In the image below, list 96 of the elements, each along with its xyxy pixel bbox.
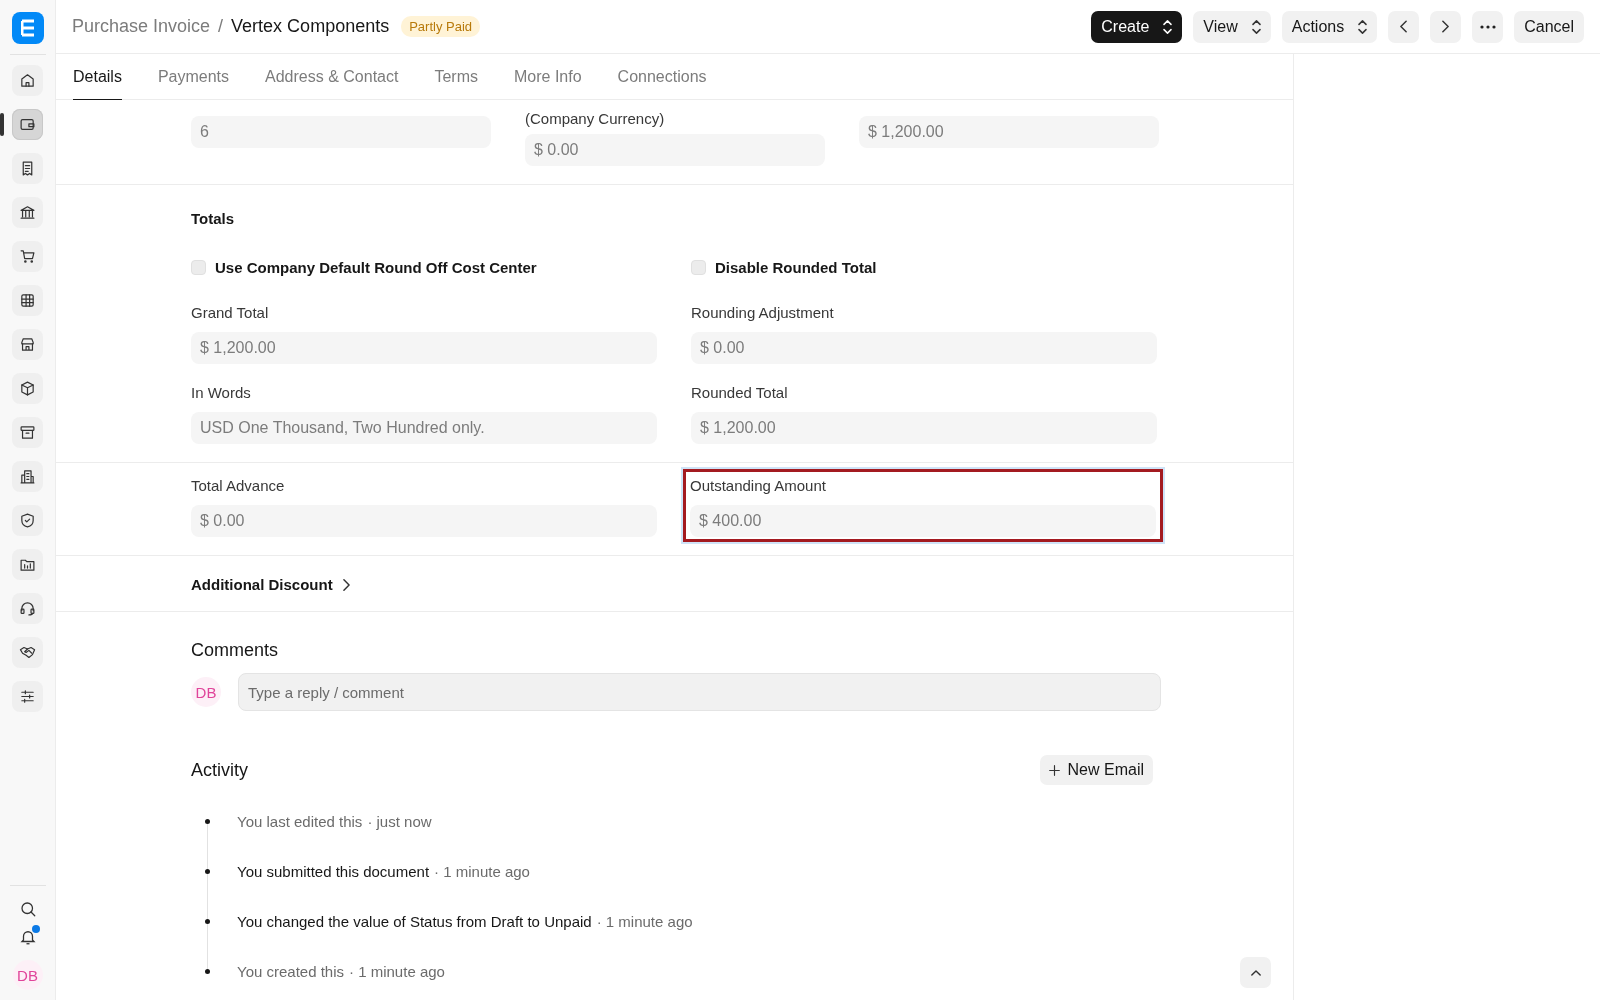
document-title: Vertex Components (231, 16, 390, 37)
checkbox-label: Disable Rounded Total (715, 259, 877, 276)
activity-time: · 1 minute ago (434, 862, 530, 880)
field-label: Total Advance (191, 476, 286, 496)
input-field[interactable]: $ 0.00 (525, 134, 825, 166)
sidebar-item[interactable] (12, 241, 43, 272)
input-field[interactable]: $ 1,200.00 (191, 332, 657, 364)
timeline-dot (205, 818, 210, 824)
timeline-dot (205, 968, 210, 974)
app-logo (11, 12, 44, 44)
chevron-right-icon (342, 578, 350, 591)
more-button[interactable] (1472, 10, 1504, 43)
sidebar-item[interactable] (12, 681, 43, 712)
checkbox-label: Use Company Default Round Off Cost Center (215, 259, 537, 276)
plus-icon (1048, 764, 1060, 776)
chevron-up-down-icon (1358, 19, 1368, 34)
tab[interactable]: Connections (617, 54, 707, 100)
scroll-to-top-button[interactable] (1240, 957, 1271, 988)
sidebar-item[interactable] (12, 65, 43, 96)
breadcrumb-separator: / (218, 16, 224, 37)
sidebar-item[interactable] (12, 329, 43, 360)
breadcrumb-link[interactable]: Purchase Invoice (72, 16, 211, 37)
headset-icon (19, 600, 36, 617)
input-field[interactable]: $ 0.00 (191, 505, 657, 537)
tab[interactable]: Payments (157, 54, 230, 100)
cart-icon (19, 248, 36, 265)
activity-text: You changed the value of Status from Draft to Unpaid (237, 912, 592, 930)
next-button[interactable] (1430, 10, 1462, 43)
tab[interactable]: Address & Contact (265, 54, 399, 100)
sidebar-item[interactable] (12, 637, 43, 668)
input-field[interactable]: $ 400.00 (690, 505, 1156, 537)
sliders-icon (19, 688, 36, 705)
sidebar-item[interactable] (12, 593, 43, 624)
field-label: In Words (191, 383, 252, 403)
user-avatar: DB (191, 677, 221, 707)
activity-text: You submitted this document (237, 862, 430, 880)
collapsible-section-header[interactable]: Additional Discount (191, 556, 350, 611)
sidebar-item[interactable] (12, 197, 43, 228)
dropdown-button[interactable]: View (1193, 10, 1271, 43)
checkbox[interactable] (691, 260, 706, 275)
field-label: Rounding Adjustment (691, 303, 835, 323)
activity-time: · just now (367, 812, 432, 830)
input-field[interactable]: $ 0.00 (691, 332, 1157, 364)
cancel-button[interactable]: Cancel (1514, 10, 1584, 43)
more-icon (1479, 24, 1496, 29)
archive-icon (19, 424, 36, 441)
activity-time: · 1 minute ago (596, 912, 693, 930)
sidebar-item[interactable] (12, 373, 43, 404)
checkbox[interactable] (191, 260, 206, 275)
activity-text: You created this (237, 962, 345, 980)
comment-field[interactable]: Type a reply / comment (238, 673, 1161, 711)
activity-time: · 1 minute ago (349, 962, 445, 980)
table-icon (19, 292, 36, 309)
chevron-up-down-icon (1251, 19, 1261, 34)
field-label: (Company Currency) (525, 109, 666, 129)
previous-button[interactable] (1388, 10, 1420, 43)
sidebar-item[interactable] (12, 153, 43, 184)
timeline-dot (205, 918, 210, 924)
activity-text: You last edited this (237, 812, 363, 830)
field-label: Outstanding Amount (690, 476, 827, 496)
handshake-icon (19, 644, 36, 661)
input-field[interactable]: $ 1,200.00 (691, 412, 1157, 444)
chevron-up-down-icon (1163, 19, 1173, 34)
input-field[interactable]: USD One Thousand, Two Hundred only. (191, 412, 657, 444)
section-title: Totals (191, 209, 236, 229)
field-label: Rounded Total (691, 383, 789, 403)
tab[interactable]: Terms (434, 54, 478, 100)
section-title: Comments (191, 640, 280, 661)
store-icon (19, 336, 36, 353)
dropdown-button[interactable]: Actions (1281, 10, 1378, 43)
sidebar-item[interactable] (12, 549, 43, 580)
chevron-up-icon (1250, 969, 1261, 976)
chevron-right-icon (1442, 20, 1450, 33)
field-label: Grand Total (191, 303, 270, 323)
sidebar-item[interactable] (12, 285, 43, 316)
shield-icon (19, 512, 36, 529)
home-icon (19, 72, 36, 89)
timeline-dot (205, 868, 210, 874)
box-icon (19, 380, 36, 397)
input-field[interactable]: 6 (191, 116, 491, 148)
chevron-left-icon (1400, 20, 1408, 33)
bank-icon (19, 204, 36, 221)
input-field[interactable]: $ 1,200.00 (859, 116, 1159, 148)
tab[interactable]: More Info (514, 54, 582, 100)
wallet-icon (19, 116, 36, 133)
tab[interactable]: Details (73, 54, 122, 100)
section-title: Activity (191, 759, 248, 781)
dropdown-button[interactable]: Create (1091, 10, 1183, 43)
sidebar-item[interactable] (12, 417, 43, 448)
new-email-button[interactable]: New Email (1039, 755, 1153, 785)
user-avatar[interactable]: DB (12, 960, 43, 990)
sidebar-item[interactable] (12, 505, 43, 536)
status-badge: Partly Paid (401, 16, 481, 37)
sidebar-item[interactable] (12, 461, 43, 492)
building-icon (19, 468, 36, 485)
search-icon[interactable] (18, 900, 37, 918)
